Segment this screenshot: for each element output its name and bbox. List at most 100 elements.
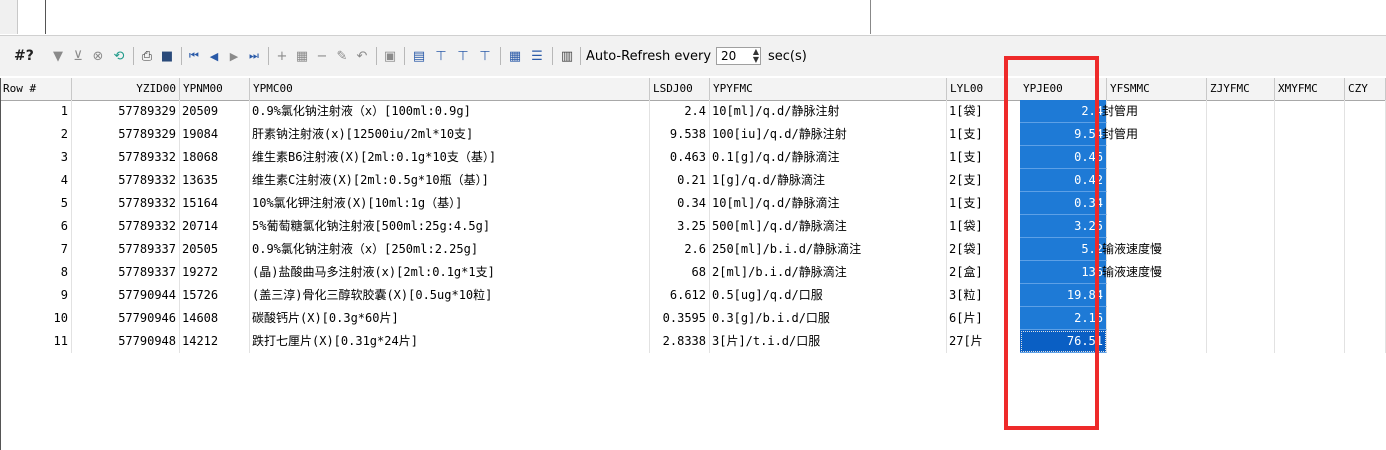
cell-lsdj[interactable]: 9.538	[650, 123, 710, 146]
sql-query-button[interactable]: #?	[14, 47, 40, 65]
table-row[interactable]: 5 57789332 15164 10%氯化钾注射液(X)[10ml:1g（基）] 0.…	[0, 192, 1386, 215]
cell-yfsmmc[interactable]	[1100, 215, 1207, 238]
cell-czy[interactable]	[1345, 100, 1386, 123]
cell-ypmc[interactable]: 肝素钠注射液(x)[12500iu/2ml*10支]	[250, 123, 650, 146]
default-value-icon[interactable]: ▤	[410, 47, 428, 65]
cell-xmyfmc[interactable]	[1275, 330, 1345, 353]
cell-ypyfmc[interactable]: 250[ml]/b.i.d/静脉滴注	[710, 238, 947, 261]
cell-czy[interactable]	[1345, 192, 1386, 215]
cell-lsdj[interactable]: 3.25	[650, 215, 710, 238]
prev-record-icon[interactable]: ◀	[206, 47, 222, 65]
cell-czy[interactable]	[1345, 169, 1386, 192]
cell-lyl[interactable]: 3[粒]	[947, 284, 1007, 307]
cell-row-num[interactable]: 8	[0, 261, 72, 284]
cell-zjyfmc[interactable]	[1207, 100, 1275, 123]
cell-czy[interactable]	[1345, 123, 1386, 146]
cell-lsdj[interactable]: 0.463	[650, 146, 710, 169]
col-header-yfsmmc[interactable]: YFSMMC	[1107, 78, 1207, 100]
cell-row-num[interactable]: 3	[0, 146, 72, 169]
print-icon[interactable]: ⎙	[138, 47, 156, 65]
cell-lsdj[interactable]: 0.3595	[650, 307, 710, 330]
cell-ypyfmc[interactable]: 100[iu]/q.d/静脉注射	[710, 123, 947, 146]
table-row[interactable]: 3 57789332 18068 维生素B6注射液(X)[2ml:0.1g*10支（基…	[0, 146, 1386, 169]
last-record-icon[interactable]: ⏭	[246, 47, 262, 65]
cell-czy[interactable]	[1345, 238, 1386, 261]
col-header-yzid[interactable]: YZID00	[80, 78, 180, 100]
cell-ypnm[interactable]: 14608	[180, 307, 250, 330]
cell-zjyfmc[interactable]	[1207, 215, 1275, 238]
cell-yzid[interactable]: 57789329	[80, 123, 180, 146]
cell-ypyfmc[interactable]: 0.5[ug]/q.d/口服	[710, 284, 947, 307]
cell-lyl[interactable]: 1[袋]	[947, 215, 1007, 238]
cell-lyl[interactable]: 1[支]	[947, 123, 1007, 146]
cell-ypyfmc[interactable]: 0.3[g]/b.i.d/口服	[710, 307, 947, 330]
cell-ypnm[interactable]: 19272	[180, 261, 250, 284]
table-row[interactable]: 1 57789329 20509 0.9%氯化钠注射液（x）[100ml:0.9g] 2…	[0, 100, 1386, 123]
cell-lyl[interactable]: 2[袋]	[947, 238, 1007, 261]
cell-lsdj[interactable]: 0.34	[650, 192, 710, 215]
cell-lyl[interactable]: 2[盒]	[947, 261, 1007, 284]
cell-xmyfmc[interactable]	[1275, 146, 1345, 169]
cell-lyl[interactable]: 27[片	[947, 330, 1007, 353]
filter-clear-icon[interactable]: ⊻	[70, 47, 86, 65]
cell-lyl[interactable]: 1[袋]	[947, 100, 1007, 123]
cell-xmyfmc[interactable]	[1275, 261, 1345, 284]
set-empty-icon[interactable]: ⊤	[476, 47, 494, 65]
cell-lsdj[interactable]: 0.21	[650, 169, 710, 192]
record-view-icon[interactable]: ☰	[528, 47, 546, 65]
cell-ypmc[interactable]: 维生素B6注射液(X)[2ml:0.1g*10支（基）]	[250, 146, 650, 169]
cell-ypyfmc[interactable]: 500[ml]/q.d/静脉滴注	[710, 215, 947, 238]
col-header-zjyfmc[interactable]: ZJYFMC	[1207, 78, 1275, 100]
cell-czy[interactable]	[1345, 215, 1386, 238]
cell-ypnm[interactable]: 15726	[180, 284, 250, 307]
col-header-ypnm[interactable]: YPNM00	[180, 78, 250, 100]
cell-yfsmmc[interactable]: 封管用	[1100, 123, 1207, 146]
cell-lsdj[interactable]: 2.4	[650, 100, 710, 123]
filter-icon[interactable]: ▼	[50, 47, 66, 65]
cell-xmyfmc[interactable]	[1275, 123, 1345, 146]
cell-yzid[interactable]: 57789337	[80, 261, 180, 284]
refresh-interval-spinner[interactable]: 20 ▲ ▼	[716, 47, 761, 65]
col-header-row[interactable]: Row #	[0, 78, 72, 100]
cell-row-num[interactable]: 10	[0, 307, 72, 330]
cell-ypnm[interactable]: 20714	[180, 215, 250, 238]
cell-xmyfmc[interactable]	[1275, 284, 1345, 307]
cell-zjyfmc[interactable]	[1207, 330, 1275, 353]
delete-record-icon[interactable]: −	[314, 47, 330, 65]
cell-czy[interactable]	[1345, 330, 1386, 353]
cell-ypnm[interactable]: 19084	[180, 123, 250, 146]
cell-lyl[interactable]: 1[支]	[947, 192, 1007, 215]
cell-ypnm[interactable]: 13635	[180, 169, 250, 192]
cell-lyl[interactable]: 6[片]	[947, 307, 1007, 330]
cell-yzid[interactable]: 57790946	[80, 307, 180, 330]
cell-yzid[interactable]: 57789337	[80, 238, 180, 261]
cell-ypyfmc[interactable]: 2[ml]/b.i.d/静脉滴注	[710, 261, 947, 284]
cell-ypmc[interactable]: 碳酸钙片(X)[0.3g*60片]	[250, 307, 650, 330]
grid-view-icon[interactable]: ▦	[506, 47, 524, 65]
cell-xmyfmc[interactable]	[1275, 215, 1345, 238]
refresh-icon[interactable]: ⟲	[110, 47, 128, 65]
cell-zjyfmc[interactable]	[1207, 307, 1275, 330]
cell-ypnm[interactable]: 14212	[180, 330, 250, 353]
cell-ypyfmc[interactable]: 0.1[g]/q.d/静脉滴注	[710, 146, 947, 169]
table-row[interactable]: 9 57790944 15726 (盖三淳)骨化三醇软胶囊(X)[0.5ug*10粒]…	[0, 284, 1386, 307]
cell-yfsmmc[interactable]	[1100, 192, 1207, 215]
cell-row-num[interactable]: 1	[0, 100, 72, 123]
cell-xmyfmc[interactable]	[1275, 238, 1345, 261]
first-record-icon[interactable]: ⏮	[186, 47, 202, 65]
cell-row-num[interactable]: 4	[0, 169, 72, 192]
cell-ypmc[interactable]: 0.9%氯化钠注射液（x）[250ml:2.25g]	[250, 238, 650, 261]
cell-yfsmmc[interactable]: 封管用	[1100, 100, 1207, 123]
table-row[interactable]: 10 57790946 14608 碳酸钙片(X)[0.3g*60片] 0.3595 0.…	[0, 307, 1386, 330]
cell-ypmc[interactable]: (盖三淳)骨化三醇软胶囊(X)[0.5ug*10粒]	[250, 284, 650, 307]
cell-zjyfmc[interactable]	[1207, 146, 1275, 169]
cell-xmyfmc[interactable]	[1275, 169, 1345, 192]
cell-yfsmmc[interactable]	[1100, 169, 1207, 192]
cell-czy[interactable]	[1345, 261, 1386, 284]
cell-row-num[interactable]: 2	[0, 123, 72, 146]
cell-ypnm[interactable]: 20509	[180, 100, 250, 123]
cell-ypnm[interactable]: 20505	[180, 238, 250, 261]
save-icon[interactable]: ■	[158, 47, 176, 65]
table-row[interactable]: 6 57789332 20714 5%葡萄糖氯化钠注射液[500ml:25g:4.5g…	[0, 215, 1386, 238]
cell-yfsmmc[interactable]	[1100, 307, 1207, 330]
